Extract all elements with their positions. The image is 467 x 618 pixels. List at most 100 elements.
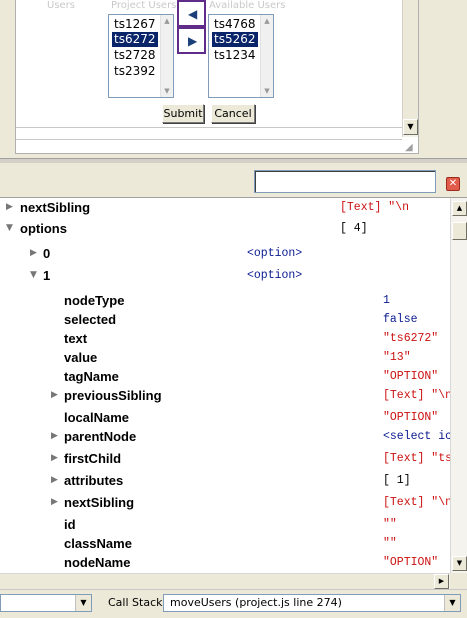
expand-icon[interactable]: ▶ (51, 471, 61, 490)
project-users-list[interactable]: ts1267 ts6272 ts2728 ts2392 ▲ ▼ (108, 14, 174, 98)
property-value: <select ic (383, 430, 450, 443)
available-users-label: Available Users (209, 0, 286, 11)
property-name: className (64, 536, 132, 551)
divider (16, 139, 402, 140)
project-users-label: Project Users (111, 0, 177, 11)
scroll-thumb[interactable] (452, 222, 467, 240)
expand-icon[interactable]: ▶ (51, 427, 61, 446)
property-value: "13" (383, 351, 411, 364)
scroll-down-icon[interactable]: ▼ (452, 556, 467, 571)
callstack-value: moveUsers (project.js line 274) (170, 596, 342, 609)
tree-row[interactable]: ▶ attributes [ 1] (0, 471, 450, 490)
tree-row[interactable]: ▶ parentNode <select ic (0, 427, 450, 446)
property-name: nextSibling (20, 200, 91, 215)
list-item[interactable]: ts2728 (112, 48, 158, 63)
scroll-down-icon[interactable]: ▼ (261, 85, 273, 97)
property-value: <option> (247, 269, 303, 282)
available-users-list[interactable]: ts4768 ts5262 ts1234 ▲ ▼ (208, 14, 274, 98)
property-name: nextSibling (64, 495, 135, 510)
list-scrollbar[interactable]: ▲ ▼ (160, 15, 173, 97)
list-item[interactable]: ts5262 (212, 32, 258, 47)
list-item[interactable]: ts1267 (112, 17, 158, 32)
tree-row[interactable]: ▼ options [ 4] (0, 219, 450, 238)
list-item[interactable]: ts6272 (112, 32, 158, 47)
page-preview: Users Project Users Available Users ts12… (0, 0, 467, 158)
close-icon[interactable]: ✕ (446, 177, 460, 191)
tree-row[interactable]: selected false (0, 310, 450, 329)
property-value: "ts6272" (383, 332, 439, 345)
property-value: false (383, 313, 418, 326)
submit-button[interactable]: Submit (162, 104, 204, 123)
scroll-track[interactable] (0, 574, 434, 589)
property-name: text (64, 331, 88, 346)
tree-row[interactable]: className "" (0, 534, 450, 553)
collapse-icon[interactable]: ▼ (6, 219, 16, 238)
inspector-tree: ▶ nextSibling [Text] "\n ▼ options [ 4] … (0, 198, 450, 573)
expand-icon[interactable]: ▶ (51, 386, 61, 405)
move-right-button[interactable]: ▶ (177, 27, 206, 54)
scroll-down-icon[interactable]: ▼ (403, 119, 418, 135)
move-left-button[interactable]: ◀ (177, 0, 206, 27)
script-select[interactable]: ▼ (0, 594, 92, 612)
chevron-down-icon[interactable]: ▼ (444, 595, 460, 611)
list-scrollbar[interactable]: ▲ ▼ (260, 15, 273, 97)
property-value: [ 4] (340, 222, 368, 235)
scroll-up-icon[interactable]: ▲ (261, 15, 273, 27)
property-name: parentNode (64, 429, 137, 444)
property-value: [ 1] (383, 474, 411, 487)
search-input[interactable] (254, 170, 436, 193)
scroll-track[interactable] (403, 0, 418, 119)
property-value: [Text] "\n (383, 496, 450, 509)
tree-row[interactable]: nodeType 1 (0, 291, 450, 310)
property-value: <option> (247, 247, 303, 260)
expand-icon[interactable]: ▶ (51, 449, 61, 468)
tree-row[interactable]: value "13" (0, 348, 450, 367)
resize-grip-icon[interactable]: ◢ (405, 142, 417, 154)
tree-row[interactable]: id "" (0, 515, 450, 534)
status-bar: ▼ Call Stack: moveUsers (project.js line… (0, 589, 467, 618)
triangle-left-icon: ◀ (188, 7, 198, 21)
page-scrollbar[interactable]: ▼ (402, 0, 418, 137)
property-name: 1 (43, 268, 51, 283)
list-item[interactable]: ts2392 (112, 64, 158, 79)
tree-row[interactable]: ▶ previousSibling [Text] "\n (0, 386, 450, 405)
property-value: "" (383, 518, 397, 531)
property-name: selected (64, 312, 117, 327)
chevron-down-icon[interactable]: ▼ (75, 595, 91, 611)
tree-row[interactable]: localName "OPTION" (0, 408, 450, 427)
scroll-down-icon[interactable]: ▼ (161, 85, 173, 97)
tree-row[interactable]: text "ts6272" (0, 329, 450, 348)
triangle-right-icon: ▶ (188, 34, 198, 48)
callstack-label: Call Stack: (108, 596, 167, 609)
collapse-icon[interactable]: ▼ (30, 266, 40, 285)
callstack-select[interactable]: moveUsers (project.js line 274) ▼ (163, 594, 461, 612)
property-name: tagName (64, 369, 119, 384)
tree-row[interactable]: ▶ 0 <option> (0, 244, 450, 263)
property-value: "OPTION" (383, 370, 439, 383)
property-name: id (64, 517, 76, 532)
inspector-scrollbar[interactable]: ▲ ▼ (450, 198, 467, 573)
tree-row[interactable]: ▼ 1 <option> (0, 266, 450, 285)
inspector-hscrollbar[interactable]: ▶ (0, 573, 450, 589)
property-name: attributes (64, 473, 124, 488)
tree-row[interactable]: ▶ firstChild [Text] "ts (0, 449, 450, 468)
divider (16, 127, 402, 128)
scroll-right-icon[interactable]: ▶ (434, 574, 449, 589)
tree-row[interactable]: ▶ nextSibling [Text] "\n (0, 198, 450, 217)
cancel-button[interactable]: Cancel (211, 104, 255, 123)
scroll-up-icon[interactable]: ▲ (161, 15, 173, 27)
property-name: previousSibling (64, 388, 162, 403)
expand-icon[interactable]: ▶ (30, 244, 40, 263)
property-name: value (64, 350, 98, 365)
tree-row[interactable]: nodeName "OPTION" (0, 553, 450, 572)
property-value: 1 (383, 294, 390, 307)
expand-icon[interactable]: ▶ (51, 493, 61, 512)
property-value: [Text] "ts (383, 452, 450, 465)
tree-row[interactable]: ▶ nextSibling [Text] "\n (0, 493, 450, 512)
expand-icon[interactable]: ▶ (6, 198, 16, 217)
scroll-up-icon[interactable]: ▲ (452, 201, 467, 216)
property-name: options (20, 221, 67, 236)
list-item[interactable]: ts4768 (212, 17, 258, 32)
list-item[interactable]: ts1234 (212, 48, 258, 63)
tree-row[interactable]: tagName "OPTION" (0, 367, 450, 386)
